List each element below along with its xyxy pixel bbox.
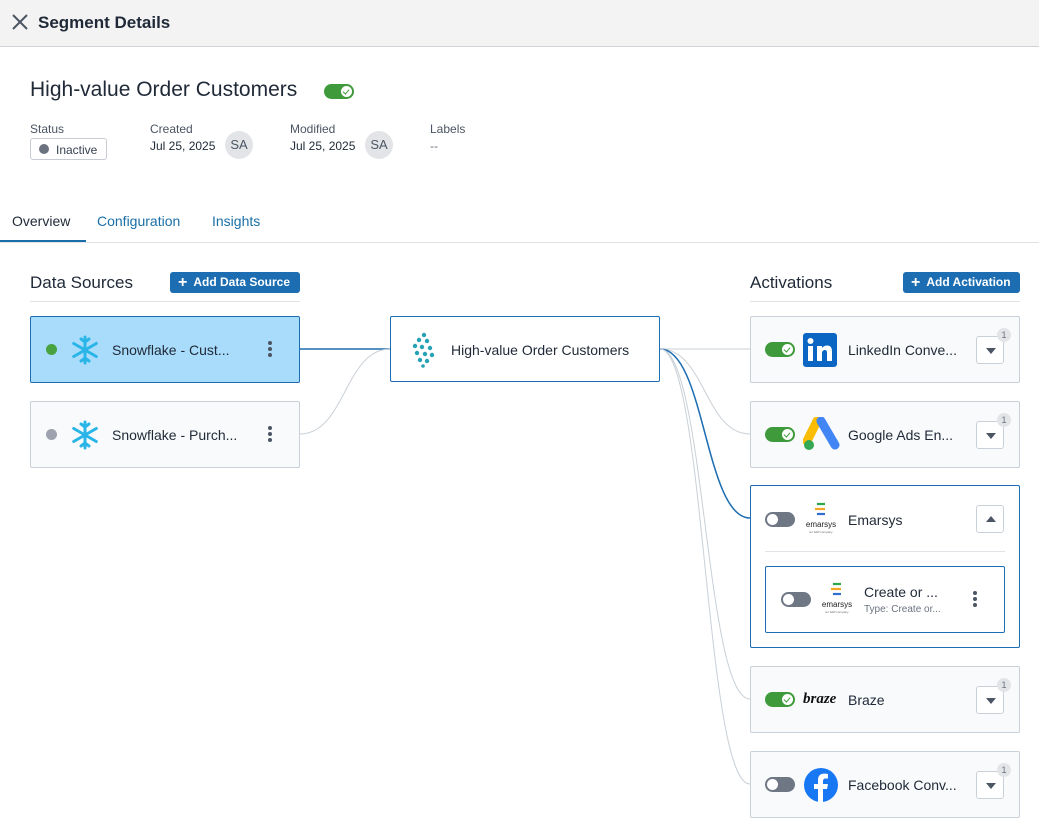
activation-count-badge: 1: [997, 763, 1011, 777]
close-icon[interactable]: [10, 12, 30, 32]
svg-text:emarsys: emarsys: [806, 520, 836, 529]
add-activation-label: Add Activation: [926, 275, 1011, 289]
status-label: Status: [30, 122, 65, 136]
activation-count-badge: 1: [997, 678, 1011, 692]
activation-name: LinkedIn Conve...: [848, 342, 957, 358]
modified-label: Modified: [290, 122, 336, 136]
activation-card-linkedin[interactable]: LinkedIn Conve... 1: [750, 316, 1020, 383]
tab-configuration[interactable]: Configuration: [97, 213, 180, 229]
activations-rule: [750, 301, 1020, 302]
activation-count-badge: 1: [997, 328, 1011, 342]
activation-card-braze[interactable]: braze Braze 1: [750, 666, 1020, 733]
more-options-icon[interactable]: [267, 426, 273, 442]
add-data-source-label: Add Data Source: [193, 275, 291, 289]
segment-enabled-toggle[interactable]: [324, 84, 354, 99]
data-sources-title: Data Sources: [30, 273, 133, 292]
segment-logo-icon: [412, 332, 435, 368]
snowflake-icon: [72, 335, 98, 365]
segment-node-name: High-value Order Customers: [451, 342, 630, 358]
braze-icon: braze: [803, 691, 837, 707]
linkedin-icon: [803, 333, 837, 367]
svg-text:an SAP company: an SAP company: [825, 610, 849, 614]
plus-icon: +: [178, 274, 188, 291]
activation-toggle[interactable]: [765, 342, 795, 357]
more-options-icon[interactable]: [267, 341, 273, 357]
activation-name: Google Ads En...: [848, 427, 954, 443]
activation-toggle[interactable]: [765, 692, 795, 707]
modified-by-avatar: SA: [365, 131, 393, 159]
activation-count-badge: 1: [997, 413, 1011, 427]
tabs-divider: [0, 242, 1039, 243]
activation-name: Facebook Conv...: [848, 777, 957, 793]
status-dot: [39, 144, 49, 154]
status-value: Inactive: [56, 143, 98, 157]
activation-toggle[interactable]: [765, 427, 795, 442]
emarsys-icon: emarsys an SAP company: [806, 502, 836, 534]
segment-name: High-value Order Customers: [30, 78, 298, 101]
activation-toggle[interactable]: [765, 512, 795, 527]
emarsys-divider: [765, 551, 1005, 552]
panel-header: Segment Details: [0, 0, 1039, 47]
data-source-card[interactable]: Snowflake - Cust...: [30, 316, 300, 383]
add-data-source-button[interactable]: + Add Data Source: [170, 272, 300, 293]
snowflake-icon: [72, 420, 98, 450]
activation-name: Emarsys: [848, 512, 903, 528]
labels-value: --: [430, 139, 438, 153]
svg-text:braze: braze: [803, 691, 837, 707]
data-source-name: Snowflake - Purch...: [112, 427, 238, 443]
add-activation-button[interactable]: + Add Activation: [903, 272, 1020, 293]
tab-overview[interactable]: Overview: [12, 213, 70, 229]
svg-text:an SAP company: an SAP company: [809, 530, 833, 534]
data-source-card[interactable]: Snowflake - Purch...: [30, 401, 300, 468]
emarsys-icon: emarsys an SAP company: [822, 582, 852, 614]
sub-activation-type: Type: Create or...: [864, 604, 941, 615]
panel-title: Segment Details: [38, 13, 171, 32]
source-status-dot: [46, 344, 57, 355]
activation-toggle[interactable]: [765, 777, 795, 792]
created-value: Jul 25, 2025: [150, 139, 216, 153]
sub-activation-name: Create or ...: [864, 584, 938, 600]
facebook-icon: [804, 768, 838, 802]
activations-title: Activations: [750, 273, 833, 292]
source-status-dot: [46, 429, 57, 440]
segment-node[interactable]: High-value Order Customers: [390, 316, 660, 382]
activation-name: Braze: [848, 692, 885, 708]
chevron-up-icon[interactable]: [976, 505, 1004, 533]
tab-insights[interactable]: Insights: [212, 213, 260, 229]
status-badge: Inactive: [30, 138, 107, 160]
data-source-name: Snowflake - Cust...: [112, 342, 230, 358]
active-tab-indicator: [0, 240, 86, 242]
svg-text:emarsys: emarsys: [822, 600, 852, 609]
created-by-avatar: SA: [225, 131, 253, 159]
activation-card-google-ads[interactable]: Google Ads En... 1: [750, 401, 1020, 468]
modified-value: Jul 25, 2025: [290, 139, 356, 153]
plus-icon: +: [911, 274, 921, 291]
data-sources-rule: [30, 301, 300, 302]
google-ads-icon: [803, 417, 840, 450]
labels-label: Labels: [430, 122, 466, 136]
more-options-icon[interactable]: [972, 591, 978, 607]
created-label: Created: [150, 122, 193, 136]
emarsys-sub-activation[interactable]: emarsys an SAP company Create or ... Typ…: [765, 566, 1005, 633]
activation-card-facebook[interactable]: Facebook Conv... 1: [750, 751, 1020, 818]
sub-activation-toggle[interactable]: [781, 592, 811, 607]
